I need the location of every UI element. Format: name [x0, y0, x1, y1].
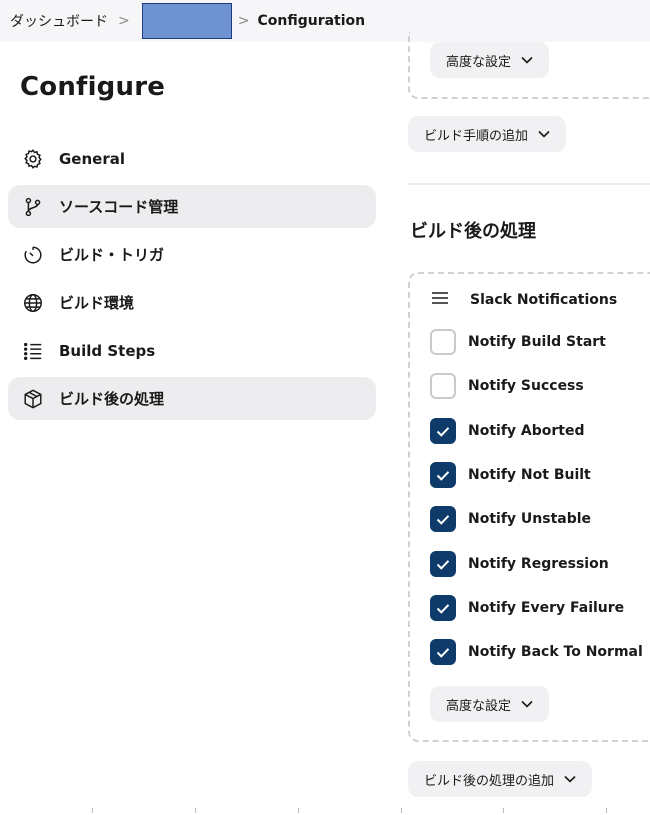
checkmark-icon [436, 647, 450, 658]
checkbox-label: Notify Regression [468, 556, 609, 572]
page-title: Configure [20, 72, 166, 102]
slack-notifications-title: Slack Notifications [470, 292, 618, 308]
sidebar-item-source-code[interactable]: ソースコード管理 [8, 185, 376, 228]
branch-icon [21, 195, 45, 219]
add-post-build-action-label: ビルド後の処理の追加 [424, 773, 555, 789]
checkbox-label: Notify Not Built [468, 467, 591, 483]
main-content: 高度な設定 ビルド手順の追加 ビルド後の処理 Slack Notificatio… [408, 32, 650, 815]
ruler-tick [503, 808, 504, 813]
sidebar-item-build-triggers[interactable]: ビルド・トリガ [8, 233, 376, 276]
timer-icon [21, 243, 45, 267]
advanced-settings-label: 高度な設定 [446, 54, 512, 70]
breadcrumb-job-link-redacted[interactable] [141, 3, 232, 39]
sidebar-item-label: ビルド・トリガ [59, 246, 165, 264]
notify-unstable-option[interactable]: Notify Unstable [430, 506, 591, 532]
ruler-tick [92, 808, 93, 813]
sidebar-nav: General ソースコード管理 ビルド・トリガ ビルド環境 Build Ste… [8, 137, 376, 425]
notify-success-checkbox[interactable] [430, 373, 456, 399]
slack-advanced-settings-button[interactable]: 高度な設定 [430, 686, 550, 722]
add-build-step-button[interactable]: ビルド手順の追加 [408, 116, 567, 152]
slack-notifications-panel: Slack Notifications Notify Build Start N… [408, 272, 650, 742]
notify-aborted-checkbox[interactable] [430, 418, 456, 444]
notify-back-to-normal-checkbox[interactable] [430, 639, 456, 665]
ruler-tick [606, 808, 607, 813]
notify-not-built-checkbox[interactable] [430, 462, 456, 488]
gear-icon [21, 147, 45, 171]
checkmark-icon [436, 470, 450, 481]
sidebar-item-label: Build Steps [59, 341, 156, 360]
sidebar-item-label: ソースコード管理 [59, 198, 179, 216]
post-build-section-title: ビルド後の処理 [410, 221, 536, 242]
ruler-tick [401, 808, 402, 813]
cube-icon [21, 387, 45, 411]
sidebar-item-label: ビルド環境 [59, 294, 135, 312]
checkmark-icon [436, 514, 450, 525]
slack-notifications-header: Slack Notifications [430, 291, 617, 309]
notify-not-built-option[interactable]: Notify Not Built [430, 462, 591, 488]
checkbox-label: Notify Aborted [468, 423, 585, 439]
checkbox-label: Notify Back To Normal [468, 644, 643, 660]
advanced-settings-label: 高度な設定 [446, 698, 512, 714]
ruler-tick [298, 808, 299, 813]
sidebar-item-build-environment[interactable]: ビルド環境 [8, 281, 376, 324]
ruler-tick [195, 808, 196, 813]
chevron-down-icon [521, 698, 533, 711]
checkbox-label: Notify Unstable [468, 511, 592, 527]
notify-build-start-option[interactable]: Notify Build Start [430, 329, 606, 355]
notify-back-to-normal-option[interactable]: Notify Back To Normal [430, 639, 643, 665]
breadcrumb-current: Configuration [257, 13, 366, 29]
list-icon [21, 339, 45, 363]
checkmark-icon [436, 559, 450, 570]
checkbox-label: Notify Success [468, 378, 584, 394]
sidebar-item-label: General [59, 149, 125, 168]
notify-every-failure-checkbox[interactable] [430, 595, 456, 621]
sidebar-item-label: ビルド後の処理 [59, 390, 165, 408]
notify-success-option[interactable]: Notify Success [430, 373, 584, 399]
notify-build-start-checkbox[interactable] [430, 329, 456, 355]
notify-every-failure-option[interactable]: Notify Every Failure [430, 595, 624, 621]
breadcrumb-separator: > [237, 13, 250, 29]
checkbox-label: Notify Build Start [468, 334, 606, 350]
add-post-build-action-button[interactable]: ビルド後の処理の追加 [408, 761, 593, 797]
add-build-step-label: ビルド手順の追加 [424, 128, 529, 144]
chevron-down-icon [538, 128, 550, 141]
advanced-settings-button[interactable]: 高度な設定 [430, 42, 550, 78]
notify-aborted-option[interactable]: Notify Aborted [430, 418, 585, 444]
sidebar-item-general[interactable]: General [8, 137, 376, 180]
sidebar-item-post-build[interactable]: ビルド後の処理 [8, 377, 376, 420]
drag-handle-icon[interactable] [430, 291, 450, 309]
section-divider [408, 183, 650, 185]
bottom-ruler [0, 808, 650, 815]
sidebar-item-build-steps[interactable]: Build Steps [8, 329, 376, 372]
breadcrumb-dashboard-link[interactable]: ダッシュボード [10, 11, 108, 31]
chevron-down-icon [564, 773, 576, 786]
notify-unstable-checkbox[interactable] [430, 506, 456, 532]
checkmark-icon [436, 603, 450, 614]
breadcrumb-separator: > [118, 13, 130, 29]
checkmark-icon [436, 426, 450, 437]
globe-icon [21, 291, 45, 315]
notify-regression-checkbox[interactable] [430, 551, 456, 577]
chevron-down-icon [521, 54, 533, 67]
notify-regression-option[interactable]: Notify Regression [430, 551, 609, 577]
checkbox-label: Notify Every Failure [468, 600, 625, 616]
